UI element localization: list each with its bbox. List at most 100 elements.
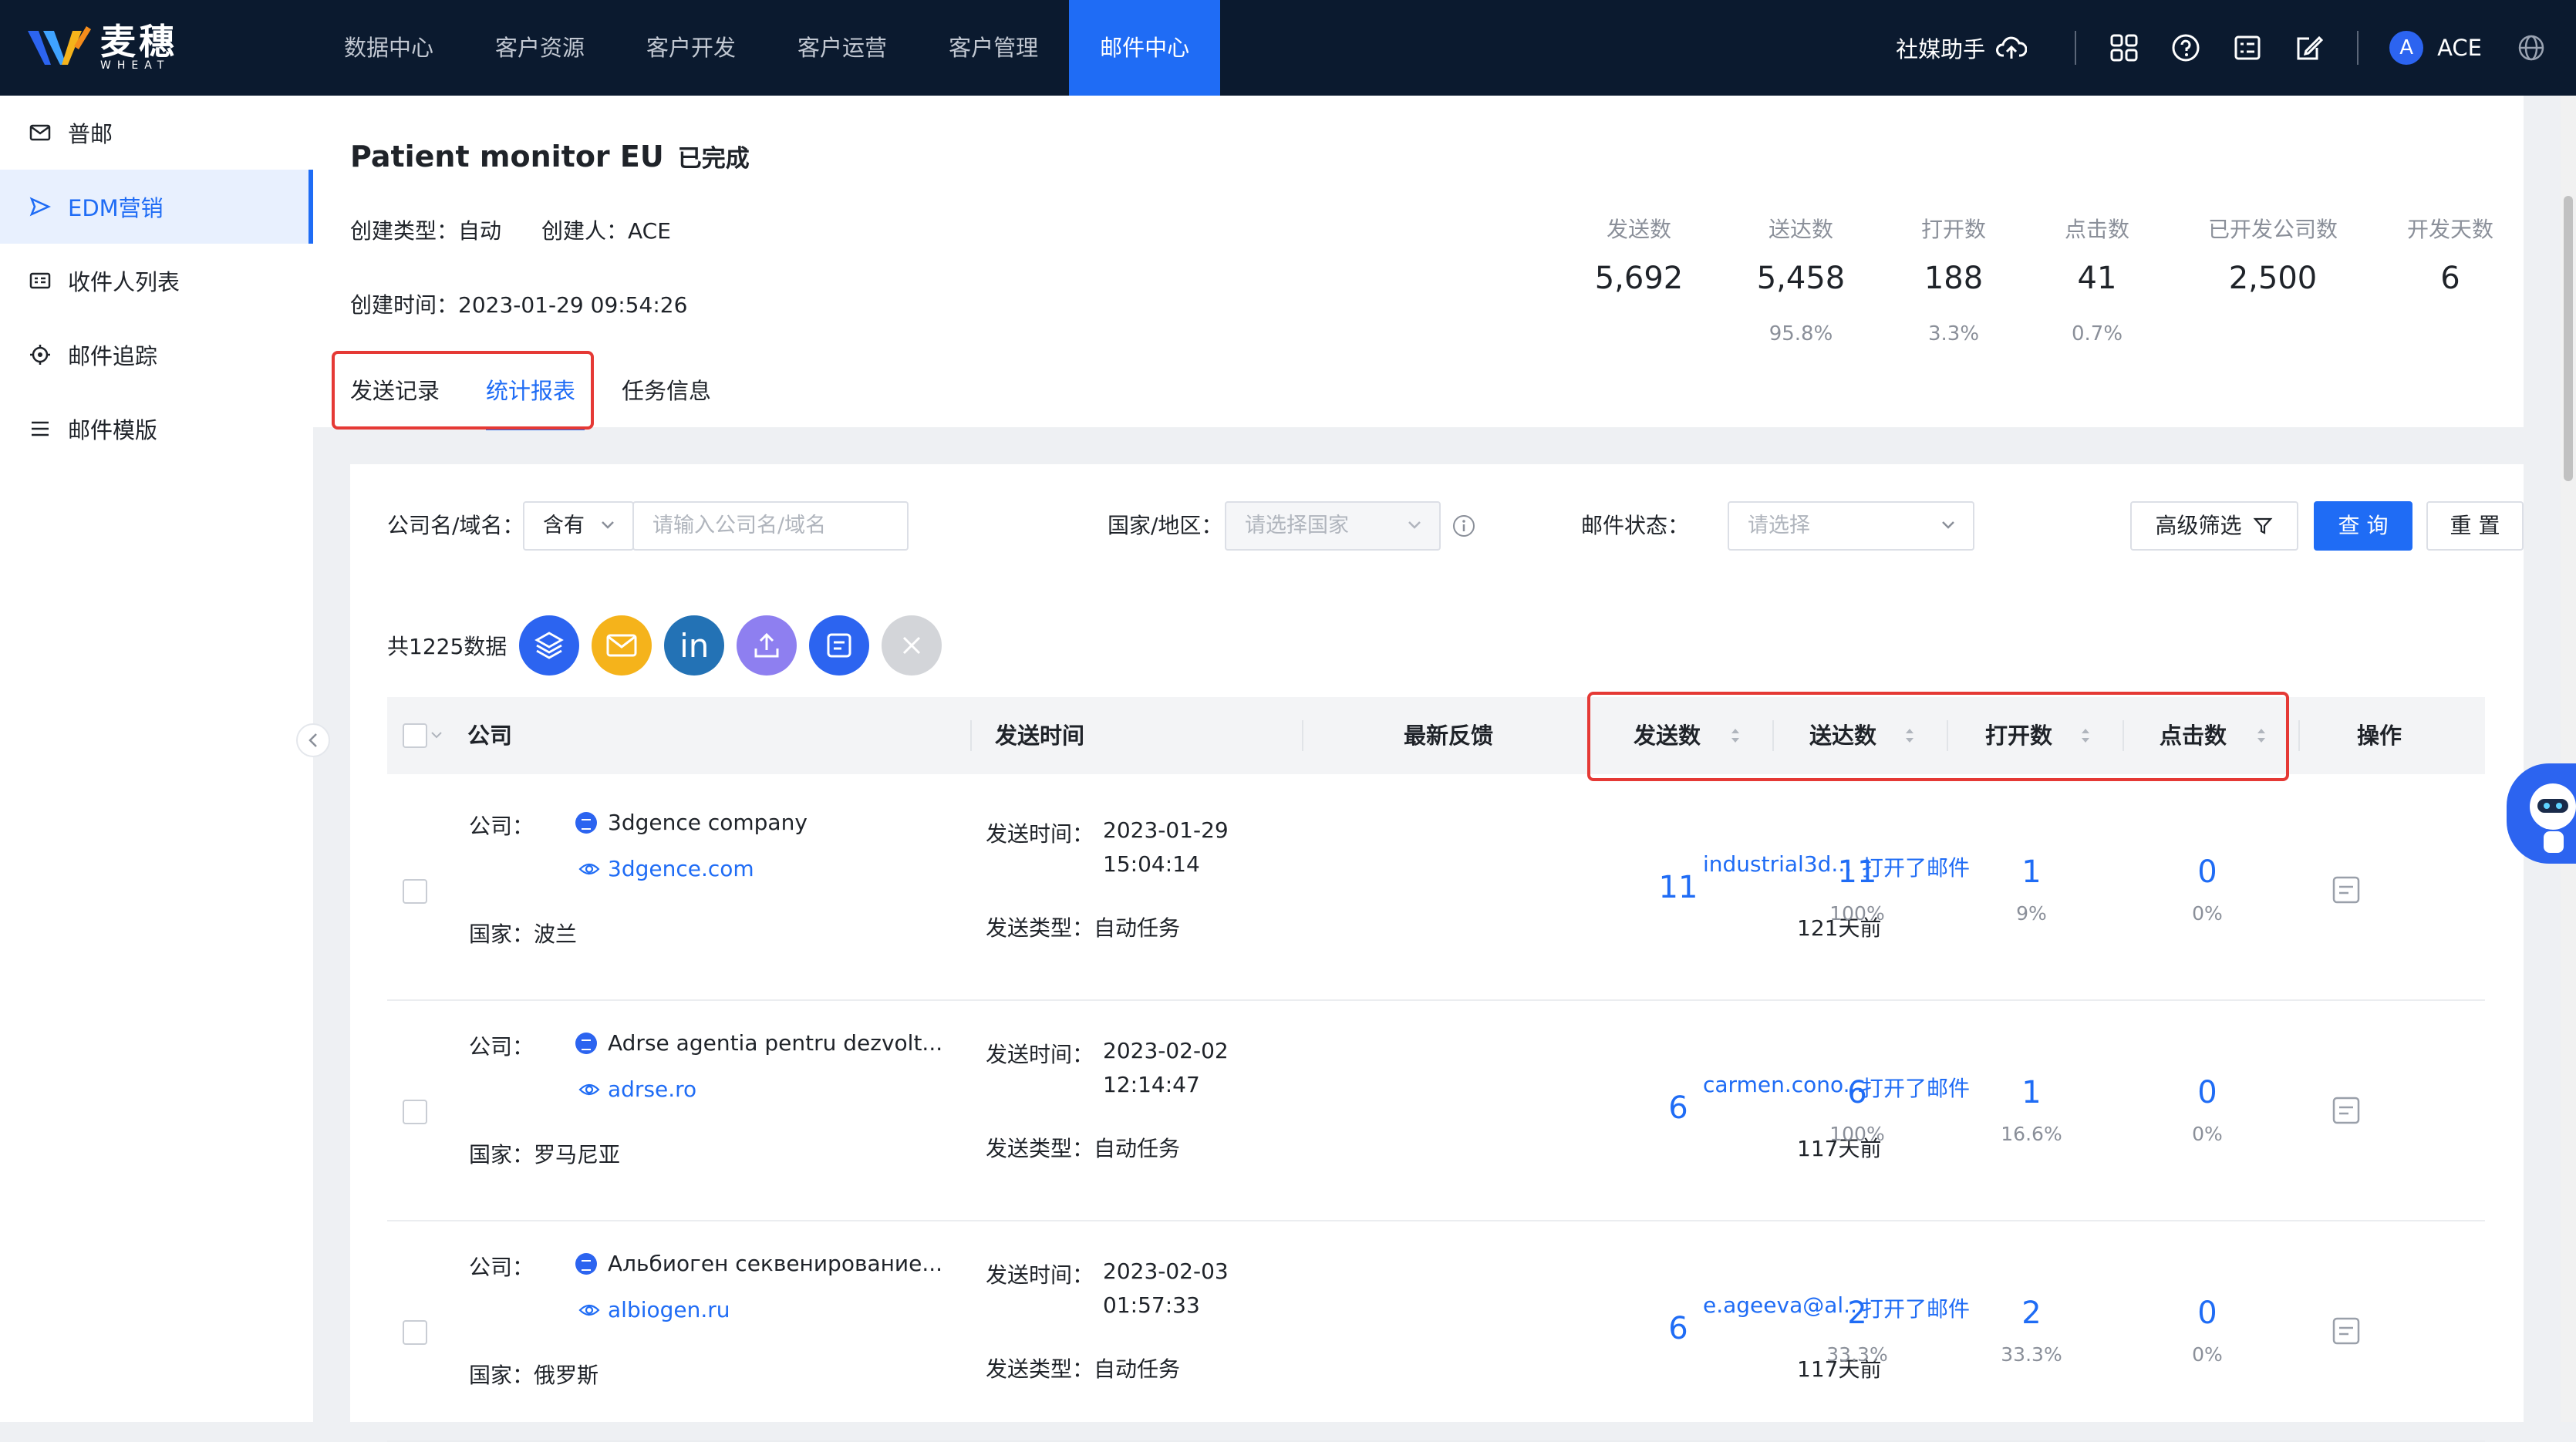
toolbar-divider [2075, 31, 2077, 65]
sidebar-item-recipients[interactable]: 收件人列表 [0, 244, 313, 318]
cloud-upload-icon [1996, 36, 2028, 59]
sidebar-item-regular-mail[interactable]: 普邮 [0, 96, 313, 170]
company-domain-link[interactable]: 3dgence.com [578, 856, 754, 881]
robot-icon [2530, 783, 2576, 853]
sidebar-item-edm[interactable]: EDM营销 [0, 170, 313, 244]
send-icon [29, 197, 51, 217]
stats-columns-highlight-box [1587, 692, 2289, 781]
column-divider [2298, 720, 2300, 751]
collapse-sidebar-button[interactable] [296, 723, 330, 757]
company-name[interactable]: Adrse agentia pentru dezvolt... [575, 1030, 942, 1056]
sidebar-item-label: 邮件模版 [68, 417, 158, 443]
mail-status-select[interactable]: 请选择 [1728, 501, 1974, 551]
note-action-button[interactable] [809, 615, 870, 676]
column-divider [970, 720, 972, 751]
nav-customer-management[interactable]: 客户管理 [918, 0, 1069, 96]
task-list-icon[interactable] [2232, 32, 2263, 63]
row-checkbox[interactable] [403, 1320, 427, 1345]
delivered-count[interactable]: 11 [1795, 854, 1919, 890]
scrollbar[interactable] [2561, 96, 2576, 1422]
help-icon[interactable] [2170, 32, 2201, 63]
company-search-input[interactable]: 请输入公司名/域名 [632, 501, 909, 551]
sidebar-item-label: 邮件追踪 [68, 343, 158, 369]
company-country: 国家：波兰 [469, 921, 578, 947]
scrollbar-thumb[interactable] [2564, 196, 2573, 481]
note-icon [827, 633, 851, 658]
clicked-count[interactable]: 0 [2146, 1075, 2269, 1110]
linkedin-action-button[interactable]: in [664, 615, 725, 676]
detail-note-icon[interactable] [2331, 1316, 2362, 1346]
reset-button[interactable]: 重 置 [2426, 501, 2524, 551]
table-row: 公司： Adrse agentia pentru dezvolt... adrs… [387, 1001, 2485, 1221]
status-filter-label: 邮件状态： [1581, 513, 1690, 538]
country-select[interactable]: 请选择国家 [1225, 501, 1441, 551]
company-domain-link[interactable]: albiogen.ru [578, 1297, 730, 1322]
opened-count[interactable]: 1 [1970, 1075, 2093, 1110]
sent-count[interactable]: 6 [1617, 1090, 1740, 1126]
detail-note-icon[interactable] [2331, 874, 2362, 905]
social-assistant-button[interactable]: 社媒助手 [1896, 32, 2028, 64]
sidebar-item-tracking[interactable]: 邮件追踪 [0, 318, 313, 392]
nav-customer-operations[interactable]: 客户运营 [767, 0, 918, 96]
match-mode-select[interactable]: 含有 [523, 501, 634, 551]
layers-action-button[interactable] [519, 615, 580, 676]
company-label: 公司： [469, 1255, 534, 1280]
brand-logo[interactable]: 麦穗 WHEAT [28, 20, 177, 76]
email-action-button[interactable] [592, 615, 652, 676]
row-checkbox[interactable] [403, 879, 427, 904]
row-checkbox[interactable] [403, 1100, 427, 1124]
user-menu[interactable]: A ACE [2389, 31, 2482, 65]
company-name[interactable]: 3dgence company [575, 810, 808, 835]
summary-stats: 发送数 5,692 送达数 5,458 95.8% 打开数 188 3.3% 点击数 41 0… [1558, 213, 2524, 350]
nav-customer-development[interactable]: 客户开发 [615, 0, 767, 96]
clicked-count[interactable]: 0 [2146, 854, 2269, 890]
apps-grid-icon[interactable] [2109, 32, 2139, 63]
detail-note-icon[interactable] [2331, 1095, 2362, 1126]
country-filter-label: 国家/地区： [1108, 513, 1223, 538]
delivered-rate: 100% [1829, 902, 1885, 925]
chevron-down-icon [1408, 521, 1421, 529]
send-type: 发送类型：自动任务 [986, 915, 1181, 941]
send-date: 2023-02-03 [1103, 1258, 1229, 1284]
delivered-count[interactable]: 6 [1795, 1075, 1919, 1110]
eye-icon [578, 863, 600, 874]
send-date: 2023-01-29 [1103, 817, 1229, 843]
status-badge: 已完成 [677, 145, 750, 173]
edit-note-icon[interactable] [2294, 32, 2325, 63]
avatar: A [2389, 31, 2424, 65]
info-icon[interactable] [1452, 514, 1476, 538]
sidebar-item-label: 收件人列表 [68, 269, 180, 295]
nav-customer-resources[interactable]: 客户资源 [464, 0, 615, 96]
clicked-count[interactable]: 0 [2146, 1295, 2269, 1331]
opened-count[interactable]: 2 [1970, 1295, 2093, 1331]
select-all-checkbox[interactable] [403, 723, 427, 748]
query-button[interactable]: 查 询 [2314, 501, 2412, 551]
chevron-down-icon[interactable] [430, 731, 443, 740]
main-nav: 数据中心 客户资源 客户开发 客户运营 客户管理 邮件中心 [313, 0, 1221, 96]
company-name[interactable]: Альбиоген секвенирование... [575, 1251, 942, 1276]
send-type: 发送类型：自动任务 [986, 1136, 1181, 1161]
globe-icon[interactable] [2517, 34, 2545, 62]
tab-task-info[interactable]: 任务信息 [622, 373, 711, 427]
sent-count[interactable]: 6 [1617, 1311, 1740, 1346]
nav-data-center[interactable]: 数据中心 [313, 0, 464, 96]
toolbar-divider [2357, 31, 2359, 65]
advanced-filter-button[interactable]: 高级筛选 [2130, 501, 2298, 551]
mail-icon [29, 124, 51, 141]
sent-count[interactable]: 11 [1617, 870, 1740, 905]
clicked-rate: 0% [2192, 1343, 2223, 1366]
delivered-count[interactable]: 2 [1795, 1295, 1919, 1331]
nav-mail-center[interactable]: 邮件中心 [1069, 0, 1221, 96]
layers-icon [534, 632, 565, 659]
export-action-button[interactable] [737, 615, 797, 676]
company-domain-link[interactable]: adrse.ro [578, 1076, 696, 1102]
sidebar-item-templates[interactable]: 邮件模版 [0, 392, 313, 466]
envelope-icon [606, 634, 637, 657]
opened-rate: 9% [2016, 902, 2047, 925]
stat-clicked: 点击数 41 0.7% [2064, 217, 2129, 345]
close-action-button[interactable] [882, 615, 942, 676]
opened-count[interactable]: 1 [1970, 854, 2093, 890]
create-type: 创建类型：自动 [350, 218, 502, 244]
assistant-robot-button[interactable] [2507, 763, 2576, 864]
table-row: 公司： 3dgence company 3dgence.com 国家：波兰 发送… [387, 780, 2485, 1001]
